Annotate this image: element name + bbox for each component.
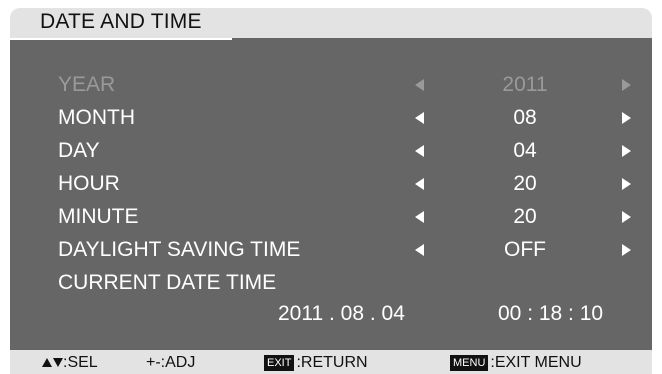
footer-hints: :SEL +-:ADJ EXIT:RETURN MENU:EXIT MENU	[10, 350, 652, 374]
left-arrow-icon	[415, 79, 424, 91]
left-arrow-icon[interactable]	[415, 244, 424, 256]
left-arrow-icon[interactable]	[415, 145, 424, 157]
settings-panel: YEAR 2011 MONTH 08 DAY 04 HOUR 20 MINUTE	[10, 38, 652, 350]
exit-key-icon: EXIT	[264, 355, 295, 371]
row-year: YEAR 2011	[10, 71, 652, 101]
row-value: 20	[513, 205, 537, 228]
right-arrow-icon[interactable]	[622, 145, 631, 157]
current-time: 00 : 18 : 10	[498, 302, 604, 325]
row-label: MONTH	[58, 106, 135, 129]
row-value: 20	[513, 172, 537, 195]
title-underline	[10, 38, 232, 40]
row-current-date-time: CURRENT DATE TIME	[10, 269, 652, 299]
title-bar: DATE AND TIME	[10, 8, 652, 38]
menu-key-icon: MENU	[450, 355, 489, 371]
hint-return: EXIT:RETURN	[264, 354, 368, 372]
row-label: DAYLIGHT SAVING TIME	[58, 238, 301, 261]
row-label: DAY	[58, 139, 100, 162]
left-arrow-icon[interactable]	[415, 211, 424, 223]
up-arrow-icon	[42, 358, 52, 367]
row-day[interactable]: DAY 04	[10, 137, 652, 167]
down-arrow-icon	[53, 358, 63, 367]
row-month[interactable]: MONTH 08	[10, 104, 652, 134]
row-value: 04	[513, 139, 537, 162]
row-hour[interactable]: HOUR 20	[10, 170, 652, 200]
hint-select: :SEL	[42, 354, 98, 372]
row-value: OFF	[504, 238, 546, 261]
right-arrow-icon[interactable]	[622, 112, 631, 124]
right-arrow-icon[interactable]	[622, 178, 631, 190]
current-date-time-label: CURRENT DATE TIME	[58, 271, 277, 294]
row-value: 2011	[502, 73, 548, 96]
row-minute[interactable]: MINUTE 20	[10, 203, 652, 233]
row-label: YEAR	[58, 73, 116, 96]
row-value: 08	[513, 106, 537, 129]
row-label: MINUTE	[58, 205, 139, 228]
left-arrow-icon[interactable]	[415, 178, 424, 190]
current-date: 2011 . 08 . 04	[278, 302, 405, 325]
hint-exit-menu: MENU:EXIT MENU	[450, 354, 582, 372]
right-arrow-icon[interactable]	[622, 244, 631, 256]
row-label: HOUR	[58, 172, 120, 195]
hint-adjust: +-:ADJ	[146, 354, 196, 371]
right-arrow-icon	[622, 79, 631, 91]
row-daylight-saving[interactable]: DAYLIGHT SAVING TIME OFF	[10, 236, 652, 266]
left-arrow-icon[interactable]	[415, 112, 424, 124]
menu-title: DATE AND TIME	[40, 10, 202, 33]
right-arrow-icon[interactable]	[622, 211, 631, 223]
osd-menu: DATE AND TIME YEAR 2011 MONTH 08 DAY 04 …	[10, 8, 652, 374]
